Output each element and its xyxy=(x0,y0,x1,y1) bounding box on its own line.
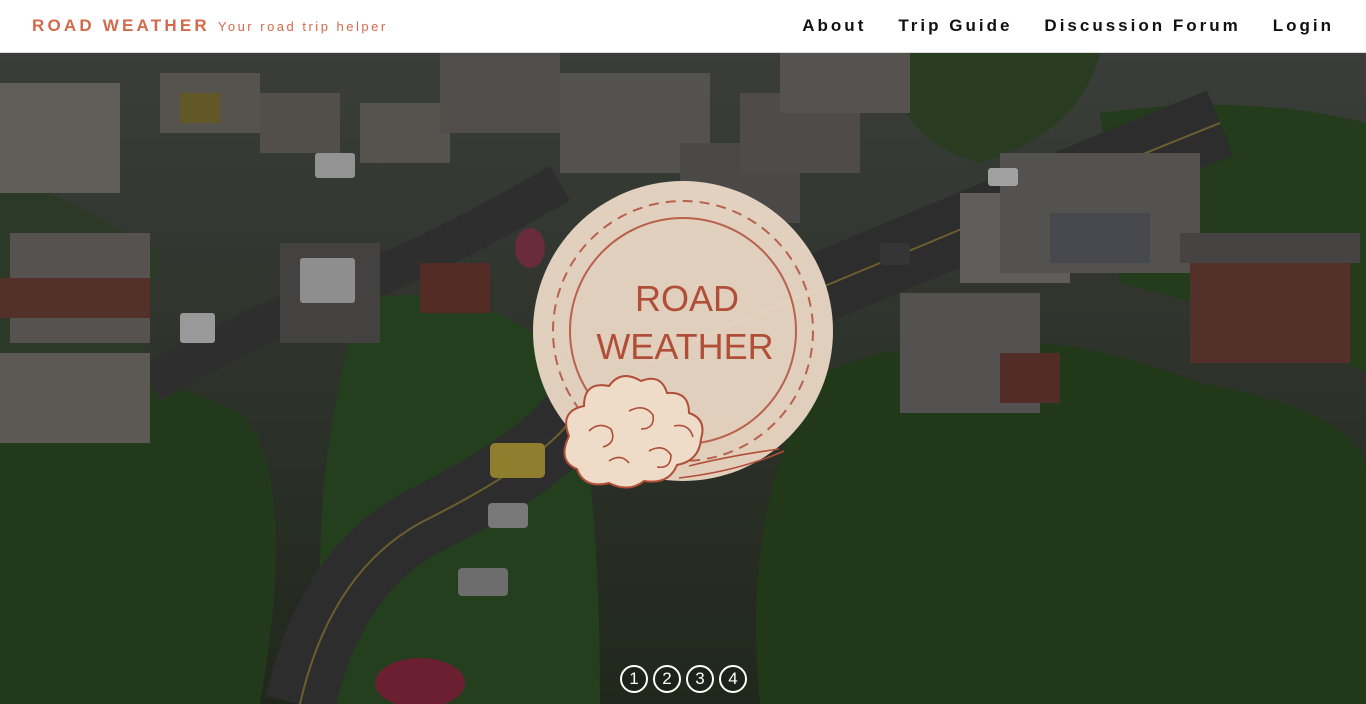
nav-link-about[interactable]: About xyxy=(802,16,866,36)
nav-link-discussion-forum[interactable]: Discussion Forum xyxy=(1044,16,1240,36)
slide-pager: 1 2 3 4 xyxy=(620,665,747,693)
nav-link-login[interactable]: Login xyxy=(1273,16,1334,36)
pager-dot-2[interactable]: 2 xyxy=(653,665,681,693)
cloud-badge-icon: ROAD WEATHER xyxy=(533,181,833,489)
brand-tagline: Your road trip helper xyxy=(217,19,388,34)
pager-dot-3[interactable]: 3 xyxy=(686,665,714,693)
hero-section: ROAD WEATHER 1 2 3 4 xyxy=(0,53,1366,704)
brand-name[interactable]: ROAD WEATHER xyxy=(32,16,210,36)
pager-dot-1[interactable]: 1 xyxy=(620,665,648,693)
nav-link-trip-guide[interactable]: Trip Guide xyxy=(898,16,1012,36)
nav-links: About Trip Guide Discussion Forum Login xyxy=(802,16,1334,36)
pager-dot-4[interactable]: 4 xyxy=(719,665,747,693)
brand[interactable]: ROAD WEATHER Your road trip helper xyxy=(32,16,388,36)
logo-line-2: WEATHER xyxy=(596,326,773,367)
logo-line-1: ROAD xyxy=(635,278,739,319)
top-navbar: ROAD WEATHER Your road trip helper About… xyxy=(0,0,1366,53)
